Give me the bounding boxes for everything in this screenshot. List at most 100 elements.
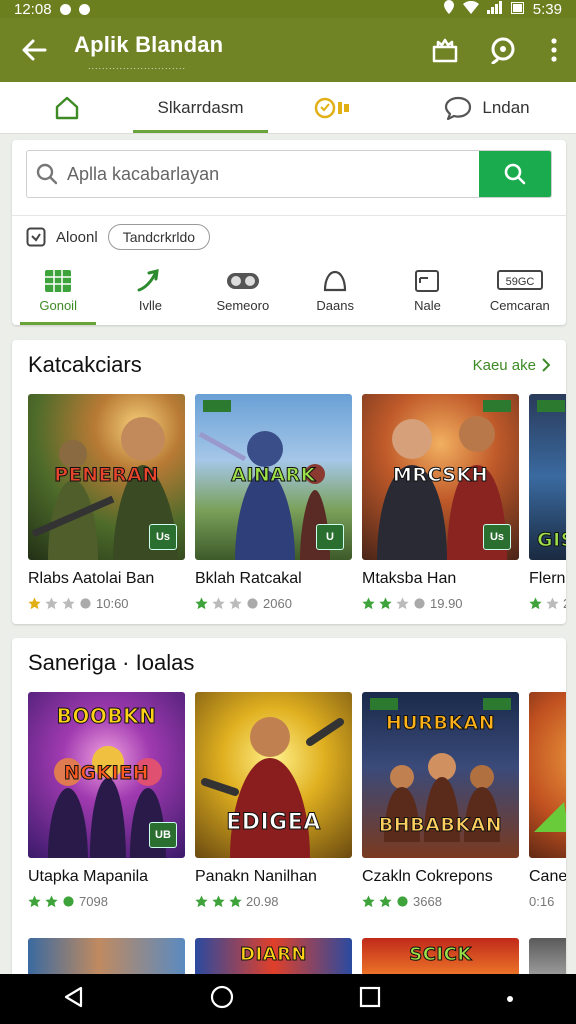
app-name: Rlabs Aatolai Ban (28, 570, 155, 587)
filter-row: Aloonl Tandcrkrldo (26, 222, 211, 252)
search-icon (491, 37, 515, 64)
app-card[interactable]: SCICK (362, 938, 519, 978)
search-button[interactable] (474, 18, 532, 82)
more-options-button[interactable] (532, 18, 576, 82)
tab-home[interactable] (0, 82, 133, 133)
nav-home-button[interactable] (210, 985, 234, 1014)
app-card[interactable]: GIS Flern 2E (529, 394, 566, 611)
star-icon (362, 597, 375, 610)
download-icon (80, 598, 91, 609)
store-button[interactable] (416, 18, 474, 82)
app-thumbnail: BOOBKN NGKIEH UB (28, 692, 185, 858)
app-card[interactable]: HURBKAN BHBABKAN Czakln Cokrepons 3668 (362, 692, 519, 909)
app-logo-text: EDIGEA (226, 810, 321, 836)
download-icon (414, 598, 425, 609)
app-card[interactable]: Cane 0:16 (529, 692, 566, 909)
tab-chat-label: Lndan (482, 97, 530, 117)
star-icon (229, 597, 242, 610)
app-bar: Aplik Blandan ..........................… (0, 18, 576, 82)
app-card[interactable]: BOOBKN NGKIEH UB Utapka Mapanila 7098 (28, 692, 185, 909)
app-rating: 2E (563, 596, 566, 611)
app-thumbnail: HURBKAN BHBABKAN (362, 692, 519, 858)
filter-chip[interactable]: Tandcrkrldo (107, 224, 211, 250)
app-thumbnail: MRCSKH Us (362, 394, 519, 560)
app-rating: 2060 (263, 596, 292, 611)
back-button[interactable] (0, 18, 68, 82)
app-card[interactable] (529, 938, 566, 978)
app-thumbnail: SCICK (362, 938, 519, 978)
category-label: Ivlle (138, 298, 163, 313)
app-name: Cane (529, 868, 566, 885)
star-icon (28, 597, 41, 610)
nav-recents-button[interactable] (359, 986, 381, 1013)
category-tab[interactable]: Ivlle (104, 264, 196, 325)
search-card: Aloonl Tandcrkrldo Gonoil Ivlle Semeoro … (12, 140, 566, 325)
battery-icon (510, 1, 525, 18)
star-icon (362, 895, 375, 908)
app-name: Mtaksba Han (362, 570, 457, 587)
star-icon (212, 597, 225, 610)
app-name: Flern (529, 570, 566, 587)
notification-icon (78, 3, 90, 15)
nav-dot-icon (506, 990, 514, 1008)
category-label: Gonoil (39, 298, 77, 313)
star-icon (546, 597, 559, 610)
app-card[interactable]: AINARK U Bklah Ratcakal 2060 (195, 394, 352, 611)
star-icon (45, 895, 58, 908)
search-input[interactable] (67, 151, 479, 197)
store-icon (432, 38, 458, 63)
app-name: Panakn Nanilhan (195, 868, 317, 885)
chevron-right-icon (542, 358, 550, 372)
category-tab[interactable]: 59GC Cemcaran (474, 264, 566, 325)
location-icon (443, 0, 455, 18)
section-title: Katcakciars (28, 352, 142, 377)
app-logo-text: AINARK (231, 464, 316, 487)
see-more-label: Kaeu ake (472, 356, 536, 374)
tab-badge[interactable] (268, 82, 398, 133)
app-card[interactable]: MRCSKH Us Mtaksba Han 19.90 (362, 394, 519, 611)
see-more-link[interactable]: Kaeu ake (473, 357, 550, 374)
chat-bubble-icon (445, 96, 472, 120)
category-tab[interactable]: Daans (289, 264, 381, 325)
signal-icon (486, 0, 503, 18)
app-row-partial: DIARN SCICK (28, 938, 566, 978)
app-name: Czakln Cokrepons (362, 868, 493, 885)
category-tab[interactable]: Gonoil (12, 264, 104, 325)
nav-back-button[interactable] (63, 986, 85, 1013)
app-thumbnail: DIARN (195, 938, 352, 978)
badge-icon (314, 97, 349, 118)
section-title: Saneriga · Ioalas (28, 650, 195, 675)
app-rating: 0:16 (529, 894, 555, 909)
app-card[interactable] (28, 938, 185, 978)
age-rating-badge: UB (149, 822, 177, 848)
app-logo-text: SCICK (409, 944, 472, 966)
search-submit-button[interactable] (479, 151, 551, 197)
app-logo-text: PENERAN (54, 464, 159, 487)
app-thumbnail (529, 692, 566, 858)
section-secondary: Saneriga · Ioalas BOOBKN NGKIEH UB Utapk… (12, 638, 566, 978)
card-icon (415, 270, 440, 292)
app-card[interactable]: PENERAN Us Rlabs Aatolai Ban 10:60 (28, 394, 185, 611)
status-time: 12:08 (14, 0, 52, 18)
recents-square-icon (359, 986, 380, 1007)
app-card[interactable]: DIARN (195, 938, 352, 978)
star-icon (379, 895, 392, 908)
app-card[interactable]: EDIGEA Panakn Nanilhan 20.98 (195, 692, 352, 909)
app-logo-text: HURBKAN (385, 712, 496, 735)
star-icon (529, 597, 542, 610)
category-label: Nale (414, 298, 441, 313)
app-name: Utapka Mapanila (28, 868, 149, 885)
more-vert-icon (551, 38, 557, 62)
status-clock: 5:39 (532, 0, 562, 18)
category-tab[interactable]: Semeoro (197, 264, 289, 325)
app-tag (483, 698, 511, 710)
tab-main[interactable]: Slkarrdasm (133, 82, 268, 133)
star-icon (195, 597, 208, 610)
home-circle-icon (210, 985, 233, 1008)
category-tab[interactable]: Nale (381, 264, 473, 325)
app-bar-title: Aplik Blandan (74, 32, 224, 57)
star-icon (379, 597, 392, 610)
home-icon (55, 96, 78, 119)
notification-icon (59, 3, 71, 15)
tab-chat[interactable]: Lndan (398, 82, 576, 133)
